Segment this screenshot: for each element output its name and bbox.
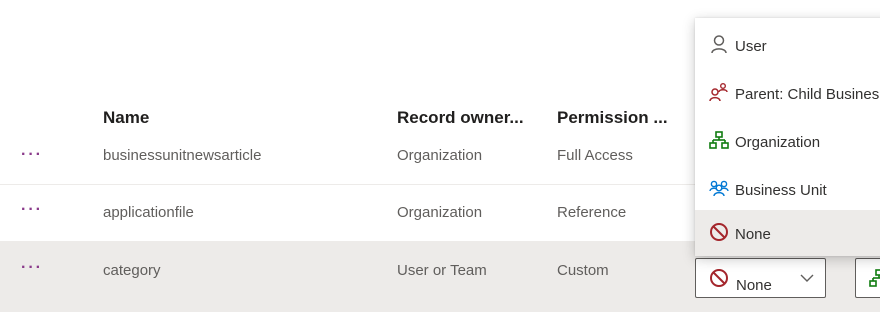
none-icon	[710, 269, 728, 287]
organization-icon	[869, 269, 880, 287]
row-more-options-button[interactable]: ···	[21, 259, 43, 277]
select-value: None	[736, 277, 772, 294]
row-record-owner: Organization	[397, 147, 483, 164]
chevron-down-icon	[800, 274, 814, 282]
menu-item-none[interactable]: None	[695, 210, 880, 256]
column-header-permission[interactable]: Permission ...	[557, 108, 668, 128]
menu-item-label: Business Unit	[735, 182, 827, 199]
row-record-owner: Organization	[397, 204, 483, 221]
row-record-owner: User or Team	[397, 262, 487, 279]
column-header-name[interactable]: Name	[103, 108, 149, 128]
business-unit-icon	[709, 180, 729, 197]
menu-item-label: None	[735, 226, 771, 243]
row-more-options-button[interactable]: ···	[21, 146, 43, 164]
menu-item-user[interactable]: User	[695, 22, 880, 68]
row-name: category	[103, 262, 161, 279]
none-icon	[710, 223, 728, 241]
row-more-options-button[interactable]: ···	[21, 201, 43, 219]
menu-item-label: Organization	[735, 134, 821, 151]
row-permission: Custom	[557, 262, 609, 279]
user-icon	[711, 35, 727, 54]
organization-icon	[709, 131, 729, 149]
row-name: applicationfile	[103, 204, 194, 221]
row-name: businessunitnewsarticle	[103, 147, 262, 164]
menu-item-parent-child[interactable]: Parent: Child Busines	[695, 70, 880, 116]
access-level-select[interactable]: None	[695, 258, 826, 298]
access-level-select-2[interactable]	[855, 258, 880, 298]
row-permission: Full Access	[557, 147, 633, 164]
access-level-dropdown-menu: User Parent: Child Busines Organization	[695, 18, 880, 256]
menu-item-label: User	[735, 38, 767, 55]
row-permission: Reference	[557, 204, 627, 221]
menu-item-label: Parent: Child Busines	[735, 86, 880, 103]
parent-child-icon	[709, 83, 728, 102]
menu-item-business-unit[interactable]: Business Unit	[695, 166, 880, 212]
column-header-record-owner[interactable]: Record owner...	[397, 108, 524, 128]
menu-item-organization[interactable]: Organization	[695, 118, 880, 164]
